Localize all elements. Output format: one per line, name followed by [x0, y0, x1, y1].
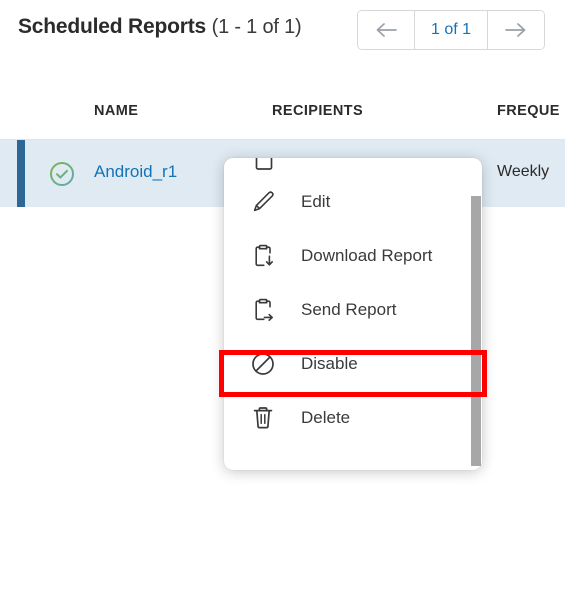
page-title-text: Scheduled Reports — [18, 15, 206, 38]
report-name-link[interactable]: Android_r1 — [94, 162, 177, 182]
pagination-page-label[interactable]: 1 of 1 — [414, 11, 488, 49]
column-header-name[interactable]: NAME — [94, 103, 138, 119]
pagination-next-button[interactable] — [488, 11, 544, 49]
menu-item-edit[interactable]: Edit — [224, 175, 482, 229]
menu-item-download-report[interactable]: Download Report — [224, 229, 482, 283]
menu-item-send-report-label: Send Report — [301, 300, 397, 319]
report-frequency-cell: Weekly — [497, 163, 550, 180]
check-circle-icon — [49, 161, 75, 187]
page-title-count: (1 - 1 of 1) — [211, 16, 302, 38]
table-header-row: NAME RECIPIENTS FREQUE — [0, 85, 565, 140]
arrow-left-icon — [375, 22, 397, 38]
page-header: Scheduled Reports (1 - 1 of 1) 1 of 1 — [0, 0, 565, 72]
row-actions-context-menu: Edit Download Report Send Report Disable… — [224, 158, 482, 470]
menu-item-delete-label: Delete — [301, 408, 351, 427]
clipboard-send-icon — [248, 295, 278, 325]
context-menu-scrollbar-thumb[interactable] — [471, 196, 481, 466]
column-header-recipients[interactable]: RECIPIENTS — [272, 103, 363, 119]
trash-icon — [248, 403, 278, 433]
page-title: Scheduled Reports (1 - 1 of 1) — [18, 15, 302, 39]
column-header-frequency[interactable]: FREQUE — [497, 103, 560, 119]
pencil-icon — [248, 187, 278, 217]
menu-item-disable[interactable]: Disable — [224, 337, 482, 391]
pagination: 1 of 1 — [357, 10, 545, 50]
menu-item-delete[interactable]: Delete — [224, 391, 482, 445]
clipboard-download-icon — [248, 241, 278, 271]
menu-item-send-report[interactable]: Send Report — [224, 283, 482, 337]
row-selected-accent-bar — [17, 140, 25, 207]
pagination-prev-button[interactable] — [358, 11, 414, 49]
menu-item-disable-label: Disable — [301, 354, 358, 373]
circle-slash-icon — [248, 349, 278, 379]
arrow-right-icon — [505, 22, 527, 38]
context-menu-clipped-item[interactable] — [224, 158, 482, 175]
menu-item-download-report-label: Download Report — [301, 246, 433, 265]
menu-item-edit-label: Edit — [301, 192, 331, 211]
